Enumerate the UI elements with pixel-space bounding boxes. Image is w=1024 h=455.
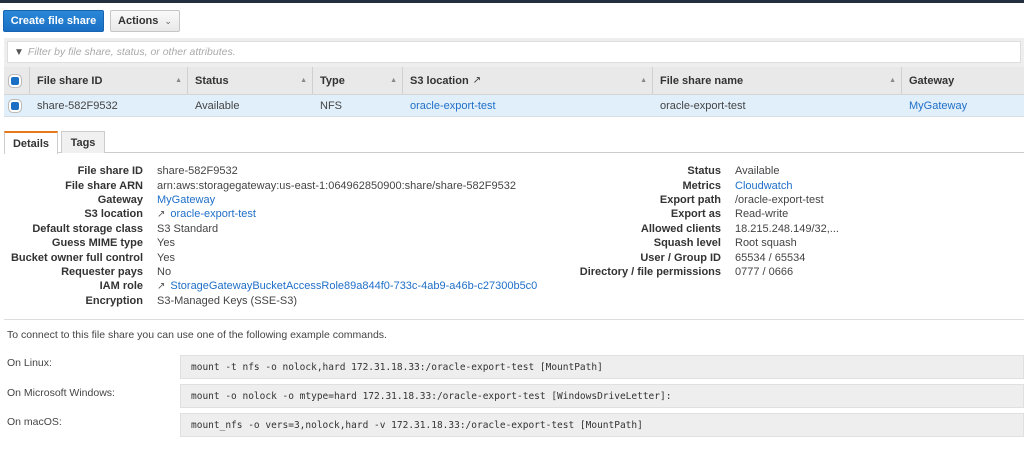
- filter-bar: ▼ Filter by file share, status, or other …: [4, 38, 1024, 67]
- column-label: File share name: [660, 74, 744, 87]
- detail-label: Directory / file permissions: [579, 265, 721, 278]
- sort-icon: ▲: [390, 77, 397, 84]
- detail-value: /oracle-export-test: [735, 193, 824, 206]
- filter-input[interactable]: ▼ Filter by file share, status, or other …: [7, 41, 1021, 63]
- detail-value: Root squash: [735, 237, 797, 250]
- external-link-icon: ↗: [157, 280, 166, 292]
- connect-intro: To connect to this file share you can us…: [7, 329, 387, 341]
- detail-value: share-582F9532: [157, 165, 238, 178]
- sort-icon: ▲: [300, 77, 307, 84]
- detail-label: Status: [687, 165, 721, 178]
- detail-value: S3-Managed Keys (SSE-S3): [157, 294, 298, 307]
- detail-label: Encryption: [85, 294, 143, 307]
- row-checkbox[interactable]: [4, 95, 30, 116]
- column-label: Status: [195, 74, 229, 87]
- detail-tabs: Details Tags: [4, 131, 1024, 154]
- detail-label: Export path: [659, 193, 721, 206]
- cell-gateway-link[interactable]: MyGateway: [902, 95, 1024, 116]
- checkbox-icon: [11, 101, 19, 110]
- detail-label: Allowed clients: [640, 222, 721, 235]
- actions-label: Actions: [118, 15, 159, 27]
- section-divider: [4, 319, 1024, 320]
- tab-details[interactable]: Details: [4, 131, 58, 154]
- iam-role-link[interactable]: StorageGatewayBucketAccessRole89a844f0-7…: [170, 280, 537, 292]
- detail-label: IAM role: [99, 280, 143, 293]
- column-file-share-name[interactable]: File share name ▲: [653, 67, 902, 94]
- chevron-down-icon: ⌄: [164, 15, 172, 26]
- linux-label: On Linux:: [7, 357, 52, 369]
- details-left: File share ID share-582F9532 File share A…: [0, 164, 537, 308]
- actions-dropdown-button[interactable]: Actions ⌄: [110, 10, 180, 32]
- detail-label: Gateway: [97, 193, 143, 206]
- detail-value: S3 Standard: [157, 222, 219, 235]
- sort-icon: ▲: [175, 77, 182, 84]
- column-type[interactable]: Type ▲: [313, 67, 403, 94]
- create-file-share-label: Create file share: [10, 15, 97, 27]
- detail-label: File share ID: [77, 165, 143, 178]
- column-status[interactable]: Status ▲: [188, 67, 313, 94]
- external-link-icon: ↗: [472, 75, 482, 86]
- cell-type: NFS: [320, 99, 342, 112]
- table-row[interactable]: share-582F9532 Available NFS oracle-expo…: [4, 95, 1024, 117]
- sort-icon: ▲: [640, 77, 647, 84]
- select-all-checkbox[interactable]: [4, 67, 30, 94]
- create-file-share-button[interactable]: Create file share: [3, 10, 104, 32]
- top-nav-bar: [0, 0, 1024, 3]
- macos-command[interactable]: mount_nfs -o vers=3,nolock,hard -v 172.3…: [180, 413, 1024, 437]
- file-shares-table: File share ID ▲ Status ▲ Type ▲ S3 location…: [4, 67, 1024, 117]
- detail-label: Metrics: [682, 179, 721, 192]
- gateway-link[interactable]: MyGateway: [157, 194, 215, 206]
- column-label: S3 location: [410, 74, 469, 87]
- detail-value: Yes: [157, 237, 175, 250]
- column-s3-location[interactable]: S3 location ↗ ▲: [403, 67, 653, 94]
- detail-value: arn:aws:storagegateway:us-east-1:0649628…: [157, 179, 516, 192]
- detail-label: Default storage class: [32, 222, 143, 235]
- detail-label: User / Group ID: [640, 251, 721, 264]
- tab-tags[interactable]: Tags: [61, 131, 105, 153]
- cell-file-share-id: share-582F9532: [37, 99, 118, 112]
- cell-status: Available: [195, 99, 240, 112]
- detail-value: Available: [735, 165, 780, 178]
- linux-command[interactable]: mount -t nfs -o nolock,hard 172.31.18.33…: [180, 355, 1024, 379]
- column-label: Type: [320, 74, 345, 87]
- column-label: Gateway: [909, 74, 955, 87]
- details-right: Status Available Metrics Cloudwatch Export…: [520, 164, 839, 279]
- column-gateway[interactable]: Gateway: [902, 67, 1024, 94]
- column-file-share-id[interactable]: File share ID ▲: [30, 67, 188, 94]
- sort-icon: ▲: [889, 77, 896, 84]
- external-link-icon: ↗: [157, 208, 166, 220]
- filter-icon: ▼: [14, 46, 24, 58]
- filter-placeholder: Filter by file share, status, or other a…: [27, 46, 236, 58]
- detail-value: 0777 / 0666: [735, 265, 794, 278]
- s3-location-link[interactable]: oracle-export-test: [170, 208, 256, 220]
- detail-label: Squash level: [653, 237, 721, 250]
- detail-label: Export as: [670, 208, 721, 221]
- cloudwatch-link[interactable]: Cloudwatch: [735, 180, 792, 192]
- detail-value: 65534 / 65534: [735, 251, 806, 264]
- detail-value: Yes: [157, 251, 175, 264]
- detail-label: Requester pays: [61, 265, 143, 278]
- detail-label: S3 location: [84, 208, 143, 221]
- detail-label: File share ARN: [65, 179, 143, 192]
- cell-file-share-name: oracle-export-test: [660, 99, 746, 112]
- column-label: File share ID: [37, 74, 103, 87]
- windows-label: On Microsoft Windows:: [7, 387, 115, 399]
- cell-s3-location-link[interactable]: oracle-export-test: [403, 95, 653, 116]
- detail-label: Guess MIME type: [51, 237, 143, 250]
- detail-value: No: [157, 265, 172, 278]
- checkbox-icon: [11, 76, 19, 85]
- detail-label: Bucket owner full control: [10, 251, 143, 264]
- detail-value: 18.215.248.149/32,...: [735, 222, 839, 235]
- windows-command[interactable]: mount -o nolock -o mtype=hard 172.31.18.…: [180, 384, 1024, 408]
- detail-value: Read-write: [735, 208, 789, 221]
- macos-label: On macOS:: [7, 416, 62, 428]
- table-header: File share ID ▲ Status ▲ Type ▲ S3 location…: [4, 67, 1024, 95]
